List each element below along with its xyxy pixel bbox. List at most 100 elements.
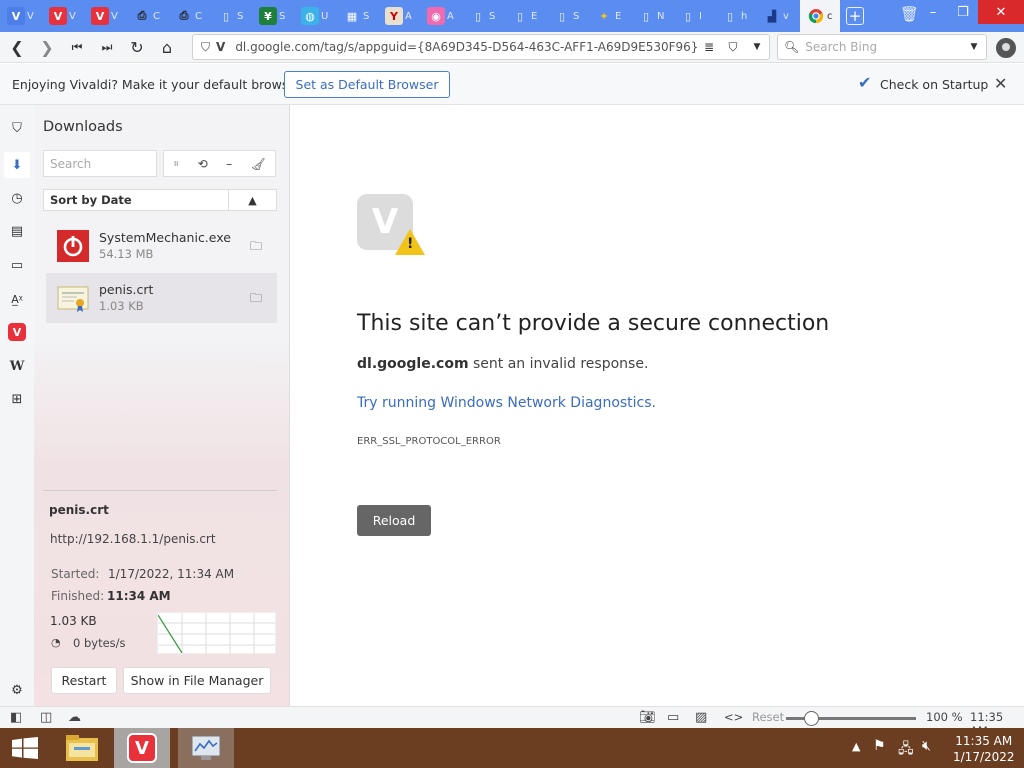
tray-overflow-chevron-icon[interactable]: ▲ <box>852 740 860 753</box>
search-field[interactable]: 🔍︎ Search Bing ▼ <box>777 34 987 60</box>
detail-url[interactable]: http://192.168.1.1/penis.crt <box>50 532 216 546</box>
tab[interactable]: ◍ U <box>294 0 336 32</box>
tab-label: C <box>195 10 202 22</box>
tab[interactable]: ▯ N <box>630 0 672 32</box>
tab[interactable]: ✦ E <box>588 0 630 32</box>
home-icon[interactable]: ⌂ <box>152 32 182 62</box>
action-center-flag-icon[interactable]: ⚑ <box>873 738 886 754</box>
tab[interactable]: VV <box>0 0 42 32</box>
shield-icon[interactable]: ⛉ <box>201 40 210 55</box>
window-panel-icon[interactable]: ▭ <box>8 256 26 274</box>
close-window-button[interactable]: ✕ <box>978 0 1024 24</box>
reader-view-icon[interactable]: ≣ <box>697 40 721 54</box>
tab-label: E <box>615 10 622 22</box>
page-actions-icon[interactable]: <> <box>724 710 743 724</box>
add-web-panel-icon[interactable]: ⊞ <box>8 390 26 408</box>
sort-dropdown[interactable]: Sort by Date ▲ <box>43 189 277 211</box>
clear-broom-icon[interactable]: 🧹︎ <box>251 157 266 171</box>
tab[interactable]: ▯ S <box>210 0 252 32</box>
chevron-up-icon[interactable]: ▲ <box>228 190 276 210</box>
minimize-button[interactable]: – <box>918 0 948 24</box>
zoom-reset-button[interactable]: Reset <box>752 710 784 724</box>
tab[interactable]: ◉ A <box>420 0 462 32</box>
rewind-button[interactable]: ⏮ <box>62 32 92 62</box>
downloads-panel: Downloads Search ⏸ ⟲ – 🧹︎ Sort by Date ▲… <box>34 105 290 706</box>
downloads-search-input[interactable]: Search <box>43 150 157 177</box>
address-field[interactable]: ⛉ V dl.google.com/tag/s/appguid={8A69D34… <box>192 34 770 60</box>
url-text[interactable]: dl.google.com/tag/s/appguid={8A69D345-D5… <box>235 40 697 54</box>
tab[interactable]: ▯ h <box>714 0 756 32</box>
tab-label: S <box>363 10 370 22</box>
page-tiling-icon[interactable]: ▭ <box>667 710 679 725</box>
tab-label: S <box>489 10 496 22</box>
translate-icon[interactable]: A̲ᵡ <box>8 290 26 308</box>
panel-toggle-icon[interactable]: ◧ <box>10 710 22 725</box>
bookmarks-icon[interactable]: ⛉ <box>8 119 26 137</box>
check-on-startup-checkbox[interactable]: ✔ Check on Startup <box>858 75 988 92</box>
tab[interactable]: ⎙ C <box>126 0 168 32</box>
grid-icon: ▦ <box>346 9 358 23</box>
tab[interactable]: ▯ I <box>672 0 714 32</box>
maximize-button[interactable]: ❐ <box>948 0 978 24</box>
capture-camera-icon[interactable]: 📷︎ <box>639 710 656 725</box>
download-item-selected[interactable]: penis.crt 1.03 KB 🗀 <box>46 273 277 323</box>
file-explorer-icon[interactable] <box>60 728 104 768</box>
forward-button[interactable]: ❯ <box>32 32 62 62</box>
zoom-slider-handle[interactable] <box>804 711 819 726</box>
wikipedia-icon[interactable]: W <box>8 357 26 375</box>
start-button[interactable] <box>0 728 50 768</box>
pause-icon[interactable]: ⏸ <box>173 156 179 171</box>
taskbar-clock[interactable]: 11:35 AM 1/17/2022 <box>953 733 1015 765</box>
set-default-browser-button[interactable]: Set as Default Browser <box>284 71 450 98</box>
vivaldi-web-panel-icon[interactable]: V <box>8 323 26 341</box>
new-tab-button[interactable]: + <box>846 7 864 25</box>
cloud-sync-icon[interactable]: ☁ <box>68 710 81 725</box>
reload-icon[interactable]: ↻ <box>122 32 152 62</box>
settings-gear-icon[interactable]: ⚙ <box>8 681 26 699</box>
search-engine-icon[interactable]: 🔍︎ <box>784 40 799 54</box>
downloads-icon[interactable]: ⬇ <box>4 152 30 178</box>
fast-forward-button[interactable]: ⏭ <box>92 32 122 62</box>
detail-size: 1.03 KB <box>50 614 97 628</box>
tiling-icon[interactable]: ◫ <box>40 710 52 725</box>
network-diagnostics-link[interactable]: Try running Windows Network Diagnostics. <box>357 395 656 411</box>
folder-icon[interactable]: 🗀 <box>250 237 262 258</box>
tab[interactable]: ⎙ C <box>168 0 210 32</box>
volume-muted-icon[interactable]: 🔇︎ <box>922 738 931 754</box>
tab[interactable]: YA <box>378 0 420 32</box>
tab[interactable]: ▯ E <box>504 0 546 32</box>
checkmark-icon[interactable]: ✔ <box>858 75 874 92</box>
chart-icon: ▟ <box>767 9 777 23</box>
show-in-file-manager-button[interactable]: Show in File Manager <box>123 667 271 694</box>
download-item[interactable]: SystemMechanic.exe 54.13 MB 🗀 <box>46 221 277 271</box>
tab-active[interactable]: c <box>800 0 840 32</box>
back-button[interactable]: ❮ <box>2 32 32 62</box>
tab[interactable]: ▦ S <box>336 0 378 32</box>
tab[interactable]: ▯ S <box>462 0 504 32</box>
chevron-down-icon[interactable]: ▼ <box>745 42 769 52</box>
network-icon[interactable]: 🖧︎ <box>898 738 914 762</box>
profile-avatar-icon[interactable] <box>996 38 1016 58</box>
tab[interactable]: VV <box>42 0 84 32</box>
tab[interactable]: ▯ S <box>546 0 588 32</box>
restart-button[interactable]: Restart <box>51 667 117 694</box>
vivaldi-taskbar-icon[interactable]: V <box>114 728 170 768</box>
chevron-down-icon[interactable]: ▼ <box>962 42 986 52</box>
error-code: ERR_SSL_PROTOCOL_ERROR <box>357 436 501 447</box>
history-icon[interactable]: ◷ <box>8 189 26 207</box>
bookmark-icon[interactable]: ⛉ <box>721 40 745 55</box>
close-icon[interactable]: ✕ <box>994 74 1007 93</box>
tab[interactable]: ¥ S <box>252 0 294 32</box>
notes-icon[interactable]: ▤ <box>8 222 26 240</box>
folder-icon[interactable]: 🗀 <box>250 289 262 310</box>
download-name: penis.crt <box>99 282 154 297</box>
tab[interactable]: ▟ v <box>756 0 798 32</box>
system-monitor-icon[interactable] <box>178 728 234 768</box>
tab[interactable]: VV <box>84 0 126 32</box>
resume-history-icon[interactable]: ⟲ <box>198 157 208 171</box>
site-info-icon[interactable]: V <box>216 40 225 54</box>
remove-icon[interactable]: – <box>226 157 232 171</box>
image-toggle-icon[interactable]: ▨ <box>695 710 707 725</box>
reload-button[interactable]: Reload <box>357 505 431 536</box>
trash-icon[interactable]: 🗑 <box>900 5 919 23</box>
